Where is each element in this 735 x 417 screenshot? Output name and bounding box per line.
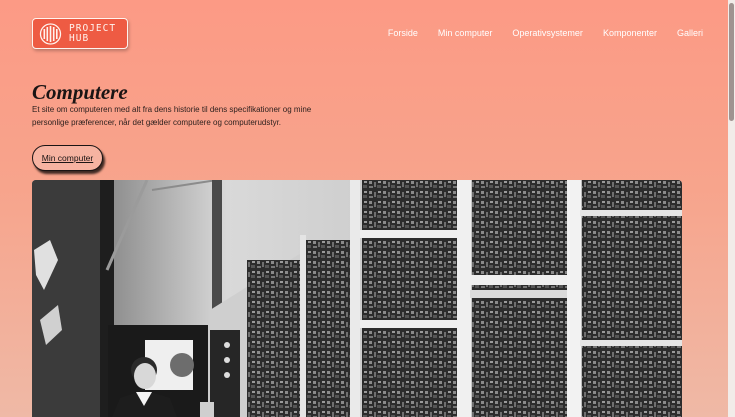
nav-item-komponenter[interactable]: Komponenter [603,28,657,38]
site-logo[interactable]: PROJECT HUB [32,18,128,49]
nav-item-galleri[interactable]: Galleri [677,28,703,38]
equalizer-bars-icon [39,22,62,45]
nav-item-min-computer[interactable]: Min computer [438,28,493,38]
main-nav: Forside Min computer Operativsystemer Ko… [388,28,703,38]
nav-item-operativsystemer[interactable]: Operativsystemer [512,28,583,38]
scrollbar-thumb[interactable] [729,3,734,121]
nav-item-forside[interactable]: Forside [388,28,418,38]
page-description: Et site om computeren med alt fra dens h… [32,105,312,127]
hero-image [32,180,682,417]
scrollbar[interactable] [728,0,735,417]
min-computer-button[interactable]: Min computer [32,145,103,171]
logo-text: PROJECT HUB [69,22,117,44]
logo-text-line2: HUB [69,32,90,44]
page-title: Computere [32,80,128,104]
logo-text-line1: PROJECT [69,22,117,34]
